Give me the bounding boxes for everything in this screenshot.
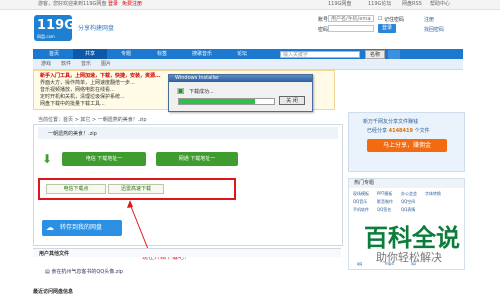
other-files-header: 用户其他文件	[33, 248, 341, 257]
hot-tag[interactable]: qq	[357, 261, 362, 266]
hot-tag[interactable]: 手机软件	[353, 207, 369, 213]
promo-count: 4148419	[388, 128, 413, 134]
top-bar: 游客，您好欢迎来到119G网盘 登录 免费注册 119G网盘 119G论坛 网盘…	[0, 0, 500, 10]
hot-tag[interactable]: QQ空间	[401, 199, 415, 205]
nav-home[interactable]: 首页	[37, 49, 71, 59]
register-link-header[interactable]: 注册	[424, 16, 434, 23]
telecom-download-button[interactable]: 电信 下载地址一	[62, 152, 146, 166]
dialog-message: 下载成功...	[189, 89, 214, 95]
logo-number: 119G	[37, 18, 75, 33]
nav-music[interactable]: 搜歌音乐	[185, 49, 219, 59]
search-button[interactable]	[388, 50, 400, 59]
site-logo[interactable]: 119G 网盘.com	[34, 15, 75, 41]
hot-tag[interactable]: QQ音乐	[353, 199, 367, 205]
subnav-software[interactable]: 软件	[61, 60, 71, 68]
hot-tag[interactable]: PPT模板	[377, 191, 392, 197]
dialog-title: Windows Installer	[169, 75, 312, 82]
nav-topic[interactable]: 专题	[109, 49, 143, 59]
other-file-item[interactable]: ▤ 食在杭州气息客书的QQ头像.zip	[45, 268, 123, 275]
top-link-help[interactable]: 帮助中心	[430, 1, 450, 8]
search-scope-select[interactable]: 名称	[365, 50, 385, 59]
password-label: 密码	[318, 27, 329, 33]
login-link[interactable]: 登录	[108, 1, 118, 8]
login-button[interactable]: 登录	[378, 24, 396, 33]
greeting-text: 游客，您好欢迎来到119G网盘	[38, 1, 107, 7]
hot-tag[interactable]: 现场模板	[353, 191, 369, 197]
notice-line: 网盘下载中的批量下载工具...	[40, 101, 105, 107]
progress-fill	[179, 99, 255, 104]
progress-bar	[178, 98, 275, 105]
hot-tag[interactable]: QQ表情	[401, 207, 415, 213]
unicom-download-button[interactable]: 网通 下载地址一	[156, 152, 238, 166]
account-label: 账号	[318, 17, 329, 23]
highlight-box	[38, 178, 236, 200]
dialog-close-button[interactable]: 关 闭	[279, 96, 305, 105]
nav-tags[interactable]: 标签	[145, 49, 179, 59]
subnav-images[interactable]: 图片	[101, 60, 111, 68]
nav-share[interactable]: 共享	[73, 49, 107, 59]
installer-icon: ▣	[177, 86, 185, 95]
watermark-title: 百科全说	[364, 224, 460, 252]
notice-title[interactable]: 新手入门工具，上网加速，下载，快捷，安装，资源...	[40, 73, 161, 79]
file-title-bar: 一朝遗燕的美食！.zip	[38, 127, 338, 139]
download-arrow-icon: ⬇	[42, 152, 53, 166]
remember-label: 记住密码	[384, 17, 405, 23]
register-link[interactable]: 免费注册	[122, 1, 142, 8]
hot-topics-title: 热门专题	[349, 179, 464, 188]
notice-line: 定时开机和关机，清理垃圾保护系统...	[40, 94, 125, 100]
promo-count-suffix: 个文件	[414, 128, 430, 134]
recent-visits-title: 最近访问网盘信息	[33, 289, 74, 295]
hot-tag[interactable]: 办公会会	[401, 191, 417, 197]
promo-text: 新万千网友分享文件赚钱	[363, 119, 419, 125]
subnav-games[interactable]: 游戏	[41, 60, 51, 68]
sub-nav: 游戏 软件 音乐 图片	[33, 59, 463, 70]
nav-forum[interactable]: 论坛	[225, 49, 259, 59]
top-link-forum[interactable]: 119G论坛	[368, 1, 391, 8]
hot-tag[interactable]: 影音制作	[377, 199, 393, 205]
pan-icon: ☁	[46, 223, 54, 232]
notice-line: 界面大方，操作简单，上网速度翻倍一步...	[40, 80, 135, 86]
share-promo: 新万千网友分享文件赚钱 已经分享 4148419 个文件 马上分享，赚佣金	[348, 112, 465, 172]
promo-count-line: 已经分享 4148419 个文件	[367, 127, 430, 134]
search-input[interactable]: 输入关键字	[280, 51, 360, 58]
installer-dialog: Windows Installer ▣ 下载成功... 关 闭	[168, 74, 313, 112]
breadcrumb: 当前位置：首页 > 其它 > 一朝遗燕的美食！.zip	[38, 117, 147, 123]
forgot-password-link[interactable]: 找回密码	[424, 26, 444, 33]
remember-checkbox[interactable]: ☐	[378, 16, 382, 22]
logo-sub: 网盘.com	[37, 34, 55, 39]
file-title: 一朝遗燕的美食！.zip	[48, 131, 97, 137]
watermark-subtitle: 助你轻松解决	[376, 251, 442, 264]
promo-count-prefix: 已经分享	[367, 128, 388, 134]
site-slogan: 分享构建网盘	[78, 25, 115, 32]
notice-line: 音乐视频播放，网络电影在线看...	[40, 87, 115, 93]
share-earn-button[interactable]: 马上分享，赚佣金	[367, 139, 447, 152]
hot-tag[interactable]: 字体转换	[425, 191, 441, 197]
top-link-pan[interactable]: 119G网盘	[328, 1, 351, 8]
top-link-rss[interactable]: 网盘RSS	[402, 1, 422, 8]
account-input[interactable]	[328, 15, 374, 22]
subnav-music[interactable]: 音乐	[81, 60, 91, 68]
other-files-title: 用户其他文件	[39, 251, 70, 257]
hot-tag[interactable]: QQ签名	[377, 207, 391, 213]
save-label: 转存到我的网盘	[60, 224, 103, 231]
other-file-name: 食在杭州气息客书的QQ头像.zip	[51, 269, 123, 275]
save-to-pan-button[interactable]: ☁ 转存到我的网盘	[42, 220, 122, 236]
password-input[interactable]	[328, 25, 374, 32]
file-icon: ▤	[45, 269, 50, 275]
